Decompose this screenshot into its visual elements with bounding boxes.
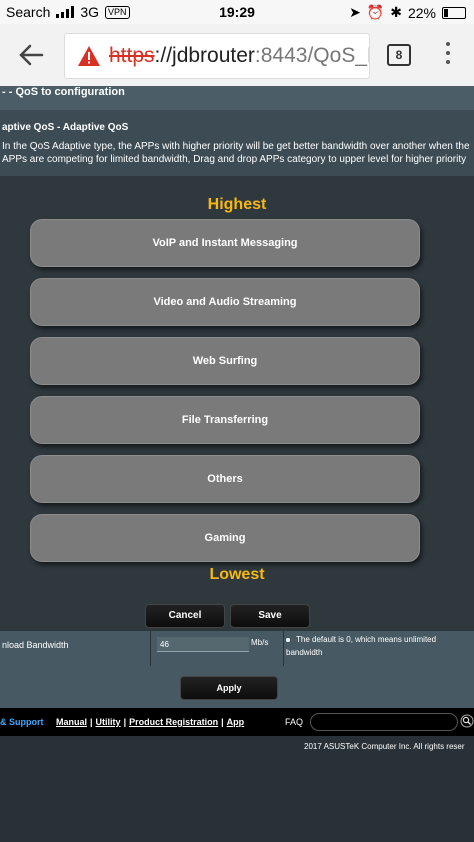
download-bandwidth-input[interactable] (157, 637, 249, 652)
url-host: ://jdbrouter (154, 44, 255, 67)
save-button[interactable]: Save (230, 604, 310, 628)
browser-toolbar: https://jdbrouter:8443/QoS_E... 8 (0, 24, 474, 87)
download-bandwidth-row: nload Bandwidth Mb/s The default is 0, w… (0, 630, 474, 667)
status-bar: Search 3G VPN 19:29 ➤ ⏰ ✱ 22% (0, 0, 474, 24)
app-link[interactable]: App (227, 717, 245, 727)
footer-bar: & Support Manual | Utility | Product Registr… (0, 708, 474, 736)
battery-percent: 22% (407, 4, 436, 21)
back-arrow-icon[interactable] (16, 40, 46, 70)
url-bar[interactable]: https://jdbrouter:8443/QoS_E... (64, 33, 370, 79)
category-web-surfing[interactable]: Web Surfing (30, 337, 420, 385)
url-scheme: https (109, 44, 155, 67)
bandwidth-unit: Mb/s (251, 638, 269, 647)
security-warning-icon[interactable] (77, 45, 101, 67)
bandwidth-note: The default is 0, which means unlimited … (286, 633, 472, 659)
footer-links: Manual | Utility | Product Registration | App (56, 717, 245, 727)
support-label: & Support (0, 717, 44, 727)
copyright: 2017 ASUSTeK Computer Inc. All rights re… (304, 742, 465, 751)
bandwidth-input-cell: Mb/s (150, 631, 284, 667)
battery-icon (442, 6, 466, 19)
category-voip-im[interactable]: VoIP and Instant Messaging (30, 219, 420, 267)
bluetooth-icon: ✱ (390, 4, 402, 20)
qos-info-panel: aptive QoS - Adaptive QoS In the QoS Ada… (0, 110, 474, 176)
highest-priority-label: Highest (207, 196, 267, 213)
section-description: In the QoS Adaptive type, the APPs with … (2, 141, 470, 165)
category-file-transferring[interactable]: File Transferring (30, 396, 420, 444)
priority-category-list: VoIP and Instant Messaging Video and Aud… (30, 219, 420, 573)
breadcrumb: - - QoS to configuration (0, 86, 474, 110)
category-others[interactable]: Others (30, 455, 420, 503)
lowest-priority-label: Lowest (209, 566, 265, 583)
alarm-icon: ⏰ (366, 4, 385, 20)
faq-search-input[interactable] (310, 713, 458, 731)
section-title: aptive QoS - Adaptive QoS (2, 122, 129, 133)
overflow-menu-icon[interactable] (444, 42, 452, 68)
manual-link[interactable]: Manual (56, 717, 87, 727)
category-video-audio-streaming[interactable]: Video and Audio Streaming (30, 278, 420, 326)
footer-bottom: 2017 ASUSTeK Computer Inc. All rights re… (0, 736, 474, 842)
bandwidth-note-text: The default is 0, which means unlimited … (286, 635, 437, 657)
product-registration-link[interactable]: Product Registration (129, 717, 218, 727)
url-path: :8443/QoS_E... (254, 44, 369, 67)
priority-modal: Highest VoIP and Instant Messaging Video… (0, 176, 474, 630)
location-icon: ➤ (349, 4, 361, 20)
url-text[interactable]: https://jdbrouter:8443/QoS_E... (109, 44, 369, 68)
cancel-button[interactable]: Cancel (145, 604, 225, 628)
apply-area: Apply (0, 666, 474, 708)
category-gaming[interactable]: Gaming (30, 514, 420, 562)
download-bandwidth-label: nload Bandwidth (2, 640, 69, 650)
tab-switcher-button[interactable]: 8 (387, 44, 411, 66)
bullet-icon (286, 637, 290, 642)
utility-link[interactable]: Utility (96, 717, 121, 727)
apply-button[interactable]: Apply (180, 676, 278, 700)
search-icon[interactable] (460, 714, 474, 728)
faq-label: FAQ (285, 717, 304, 727)
